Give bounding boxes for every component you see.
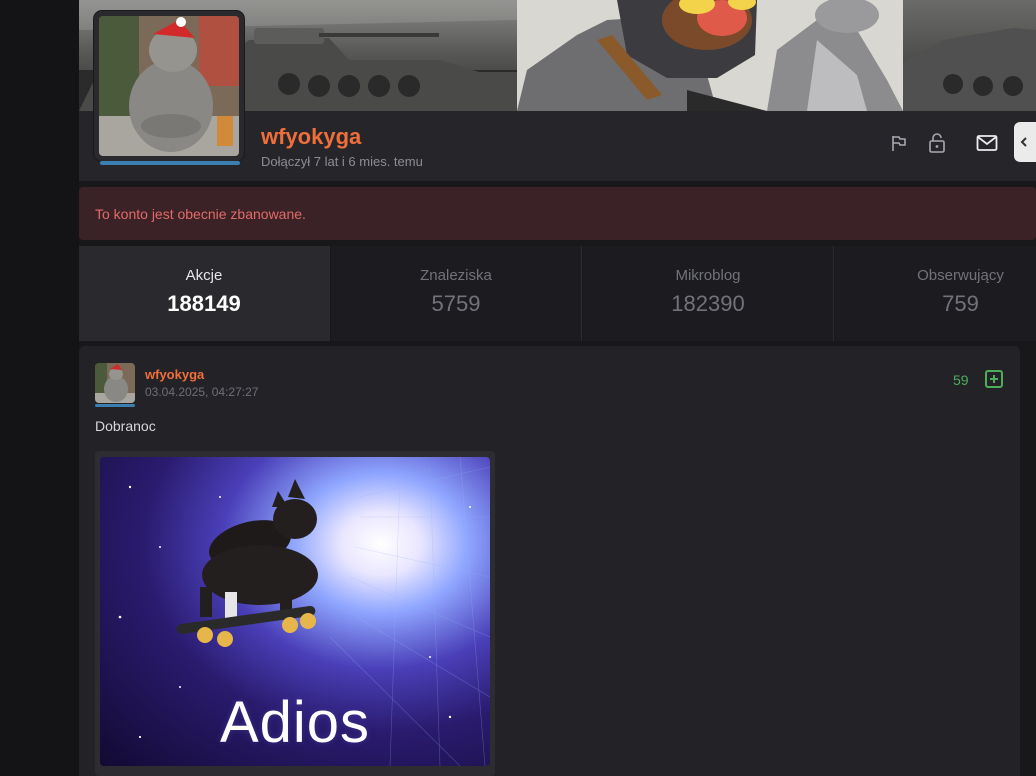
- stat-value: 5759: [431, 291, 481, 316]
- avatar-photo: [95, 363, 135, 403]
- image-caption-text: Adios: [219, 690, 371, 755]
- report-button[interactable]: [887, 131, 911, 155]
- block-button[interactable]: [925, 131, 949, 155]
- stat-value: 759: [942, 291, 979, 316]
- message-button[interactable]: [975, 131, 999, 155]
- stat-label: Znaleziska: [420, 267, 492, 284]
- stat-label: Obserwujący: [917, 267, 1004, 284]
- stat-label: Akcje: [185, 267, 223, 284]
- profile-stats-tabs: Akcje 188149 Znaleziska 5759 Mikroblog 1…: [79, 246, 1036, 341]
- profile-username: wfyokyga: [261, 124, 362, 149]
- banned-notice: To konto jest obecnie zbanowane.: [79, 187, 1036, 240]
- mail-icon: [976, 135, 998, 151]
- stat-value: 188149: [167, 291, 241, 316]
- tab-znaleziska[interactable]: Znaleziska 5759: [331, 246, 582, 341]
- tab-akcje[interactable]: Akcje 188149: [79, 246, 330, 341]
- tab-obserwujacy[interactable]: Obserwujący 759: [835, 246, 1036, 341]
- post-author-name[interactable]: wfyokyga: [145, 367, 204, 382]
- banned-notice-text: To konto jest obecnie zbanowane.: [95, 206, 306, 222]
- stat-value: 182390: [671, 291, 745, 316]
- banner-right-photo: [903, 0, 1036, 111]
- post-avatar-status-bar: [95, 404, 135, 407]
- upvote-button[interactable]: [985, 370, 1003, 388]
- post-image[interactable]: Adios: [100, 457, 490, 766]
- post-timestamp[interactable]: 03.04.2025, 04:27:27: [145, 385, 258, 399]
- post-author-avatar[interactable]: [95, 363, 135, 403]
- page-root: wfyokyga Dołączył 7 lat i 6 mies. temu T…: [0, 0, 1036, 776]
- stat-label: Mikroblog: [675, 267, 741, 284]
- avatar-photo: [99, 16, 239, 156]
- chevron-left-icon: [1020, 137, 1027, 147]
- tab-mikroblog[interactable]: Mikroblog 182390: [583, 246, 834, 341]
- unlock-icon: [929, 133, 945, 153]
- post-vote-count: 59: [953, 372, 969, 388]
- banner-cartoon: [517, 0, 903, 111]
- post-body-text: Dobranoc: [95, 418, 156, 434]
- avatar-status-bar: [100, 161, 240, 165]
- left-gutter: [0, 0, 79, 776]
- profile-avatar[interactable]: [94, 11, 244, 161]
- follow-button[interactable]: [1014, 122, 1036, 162]
- profile-joined-date: Dołączył 7 lat i 6 mies. temu: [261, 154, 423, 169]
- flag-icon: [892, 136, 906, 151]
